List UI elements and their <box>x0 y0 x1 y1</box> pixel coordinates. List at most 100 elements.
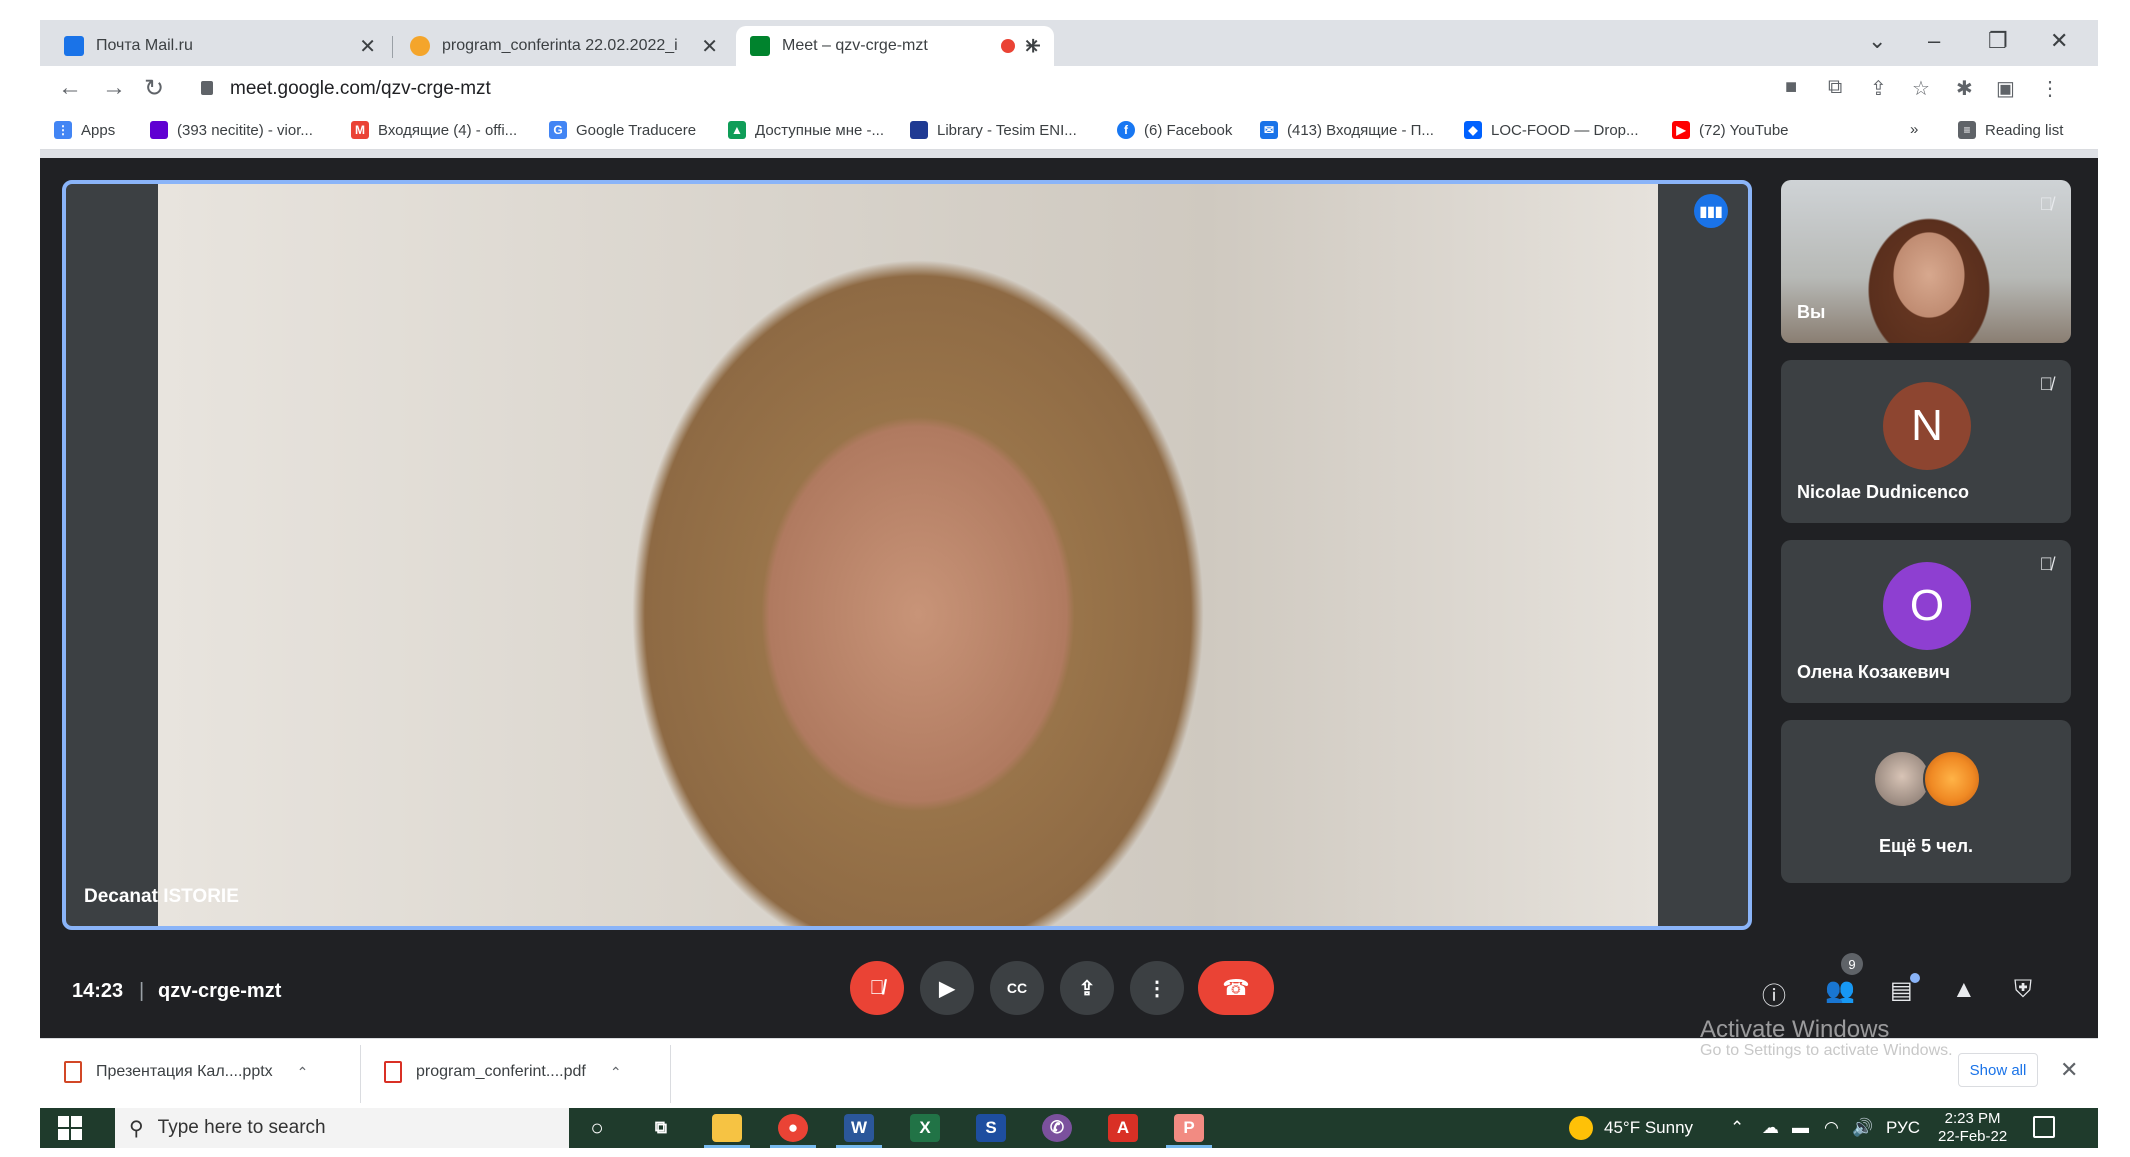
skype-icon[interactable]: S <box>976 1114 1006 1142</box>
close-icon[interactable]: ✕ <box>2060 1057 2078 1083</box>
onedrive-icon[interactable]: ☁ <box>1762 1118 1779 1138</box>
bookmark-label: (6) Facebook <box>1144 121 1233 139</box>
bookmark-star-icon[interactable]: ☆ <box>1912 76 1930 101</box>
active-app-indicator <box>836 1145 882 1148</box>
download-item[interactable]: Презентация Кал....pptx ⌃ <box>64 1061 308 1083</box>
camera-in-use-icon[interactable]: ■ <box>1785 76 1797 99</box>
share-icon[interactable]: ⇪ <box>1870 76 1887 101</box>
volume-icon[interactable]: 🔊 <box>1852 1118 1873 1138</box>
video-camera-icon: ▶ <box>939 977 955 1000</box>
menu-kebab-icon[interactable]: ⋮ <box>2040 76 2060 101</box>
download-divider <box>670 1045 671 1103</box>
show-hidden-icons-icon[interactable]: ⌃ <box>1730 1118 1744 1138</box>
pdf-reader-icon[interactable]: P <box>1174 1114 1204 1142</box>
bookmark-facebook[interactable]: f (6) Facebook <box>1117 121 1232 139</box>
youtube-icon: ▶ <box>1672 121 1690 139</box>
bookmark-google-translate[interactable]: G Google Traducere <box>549 121 696 139</box>
extensions-icon[interactable]: ✱ <box>1956 76 1973 101</box>
bookmark-youtube[interactable]: ▶ (72) YouTube <box>1672 121 1789 139</box>
bookmark-label: Доступные мне -... <box>755 121 885 139</box>
acrobat-icon[interactable]: A <box>1108 1114 1138 1142</box>
reload-icon[interactable]: ↻ <box>144 74 164 103</box>
more-options-button[interactable]: ⋮ <box>1130 961 1184 1015</box>
google-drive-icon: ▲ <box>728 121 746 139</box>
chevron-up-icon[interactable]: ⌃ <box>610 1064 622 1081</box>
file-explorer-icon[interactable] <box>712 1114 742 1142</box>
close-icon[interactable]: ✕ <box>359 34 376 59</box>
google-translate-icon: G <box>549 121 567 139</box>
forward-icon[interactable]: → <box>102 74 126 102</box>
close-icon[interactable]: ✕ <box>701 34 718 59</box>
weather-text[interactable]: 45°F Sunny <box>1604 1118 1693 1138</box>
bookmark-gmail[interactable]: M Входящие (4) - offi... <box>351 121 517 139</box>
more-participants-tile[interactable]: Ещё 5 чел. <box>1781 720 2071 883</box>
taskbar-search-box[interactable]: ⚲ Type here to search <box>115 1108 569 1148</box>
reading-list-button[interactable]: ≡ Reading list <box>1958 121 2063 139</box>
new-tab-button[interactable]: + <box>1025 30 1041 62</box>
captions-button[interactable]: CC <box>990 961 1044 1015</box>
participant-tile[interactable]: 🎙̸ О Олена Козакевич <box>1781 540 2071 703</box>
back-icon[interactable]: ← <box>58 74 82 102</box>
meeting-info-separator: | <box>139 980 145 1002</box>
download-item[interactable]: program_conferint....pdf ⌃ <box>384 1061 622 1083</box>
tab-mail[interactable]: Почта Mail.ru ✕ <box>50 26 390 66</box>
mic-off-icon: 🎙̸ <box>2039 194 2054 214</box>
bookmark-library[interactable]: Library - Tesim ENI... <box>910 121 1077 139</box>
profile-icon[interactable]: ▣ <box>1996 76 2015 101</box>
lock-icon[interactable] <box>201 81 213 95</box>
translate-icon[interactable]: ⧉ <box>1828 76 1842 99</box>
meeting-details-icon[interactable]: ⓘ <box>1762 976 1786 1011</box>
bookmark-inbox[interactable]: ✉ (413) Входящие - П... <box>1260 121 1434 139</box>
tab-search-icon[interactable]: ⌄ <box>1868 28 1886 54</box>
clock-date: 22-Feb-22 <box>1938 1128 2008 1145</box>
minimize-icon[interactable]: – <box>1928 28 1940 54</box>
tab-program-conferinta[interactable]: program_conferinta 22.02.2022_i ✕ <box>396 26 732 66</box>
notifications-icon[interactable] <box>2033 1116 2055 1138</box>
bookmarks-overflow-button[interactable]: » <box>1910 121 1918 138</box>
bookmark-yahoo-mail[interactable]: (393 necitite) - vior... <box>150 121 313 139</box>
word-icon[interactable]: W <box>844 1114 874 1142</box>
bookmark-apps[interactable]: ⋮ Apps <box>54 121 115 139</box>
bookmark-dropbox[interactable]: ◆ LOC-FOOD — Drop... <box>1464 121 1639 139</box>
weather-sun-icon <box>1569 1116 1593 1140</box>
tab-meet[interactable]: Meet – qzv-crge-mzt ✕ <box>736 26 1054 66</box>
restore-icon[interactable]: ❐ <box>1988 28 2008 54</box>
windows-start-icon[interactable] <box>58 1116 82 1140</box>
participant-tile[interactable]: 🎙̸ N Nicolae Dudnicenco <box>1781 360 2071 523</box>
window-close-icon[interactable]: ✕ <box>2050 28 2068 54</box>
excel-icon[interactable]: X <box>910 1114 940 1142</box>
tab-strip: Почта Mail.ru ✕ program_conferinta 22.02… <box>40 20 2098 66</box>
mic-off-icon: 🎙̸ <box>869 976 885 999</box>
pptx-file-icon <box>64 1061 82 1083</box>
meeting-time: 14:23 <box>72 980 124 1002</box>
viber-icon[interactable]: ✆ <box>1042 1114 1072 1142</box>
mic-off-icon: 🎙̸ <box>2039 554 2054 574</box>
chevron-up-icon[interactable]: ⌃ <box>297 1064 309 1081</box>
dropbox-icon: ◆ <box>1464 121 1482 139</box>
leave-call-button[interactable]: ☎ <box>1198 961 1274 1015</box>
activities-icon[interactable]: ▲ <box>1952 976 1976 1004</box>
present-screen-button[interactable]: ⇪ <box>1060 961 1114 1015</box>
self-view-tile[interactable]: 🎙̸ Вы <box>1781 180 2071 343</box>
wifi-icon[interactable]: ◠ <box>1824 1118 1839 1138</box>
clock-time: 2:23 PM <box>1944 1110 2001 1127</box>
mic-toggle-button[interactable]: 🎙̸ <box>850 961 904 1015</box>
bookmark-google-drive[interactable]: ▲ Доступные мне -... <box>728 121 884 139</box>
closed-captions-icon: CC <box>1006 980 1028 996</box>
battery-icon[interactable]: ▬ <box>1792 1118 1809 1138</box>
address-bar[interactable]: meet.google.com/qzv-crge-mzt <box>230 78 491 100</box>
task-view-icon[interactable]: ⧉ <box>646 1114 676 1142</box>
input-language[interactable]: РУС <box>1886 1118 1920 1138</box>
taskbar-search-placeholder: Type here to search <box>157 1117 326 1138</box>
main-speaker-tile[interactable]: ▮▮▮ Decanat ISTORIE <box>62 180 1752 930</box>
chrome-icon[interactable]: ● <box>778 1114 808 1142</box>
chat-icon[interactable]: ▤ <box>1890 976 1913 1005</box>
show-all-downloads-button[interactable]: Show all <box>1958 1053 2038 1087</box>
taskbar-clock[interactable]: 2:23 PM 22-Feb-22 <box>1938 1110 2007 1146</box>
download-name: Презентация Кал....pptx <box>96 1063 273 1080</box>
people-icon[interactable]: 👥 <box>1825 976 1855 1005</box>
camera-toggle-button[interactable]: ▶ <box>920 961 974 1015</box>
host-controls-icon[interactable]: ⛨ <box>2014 976 2032 1004</box>
cortana-icon[interactable]: ○ <box>582 1114 612 1142</box>
tab-title: Почта Mail.ru <box>96 37 193 54</box>
